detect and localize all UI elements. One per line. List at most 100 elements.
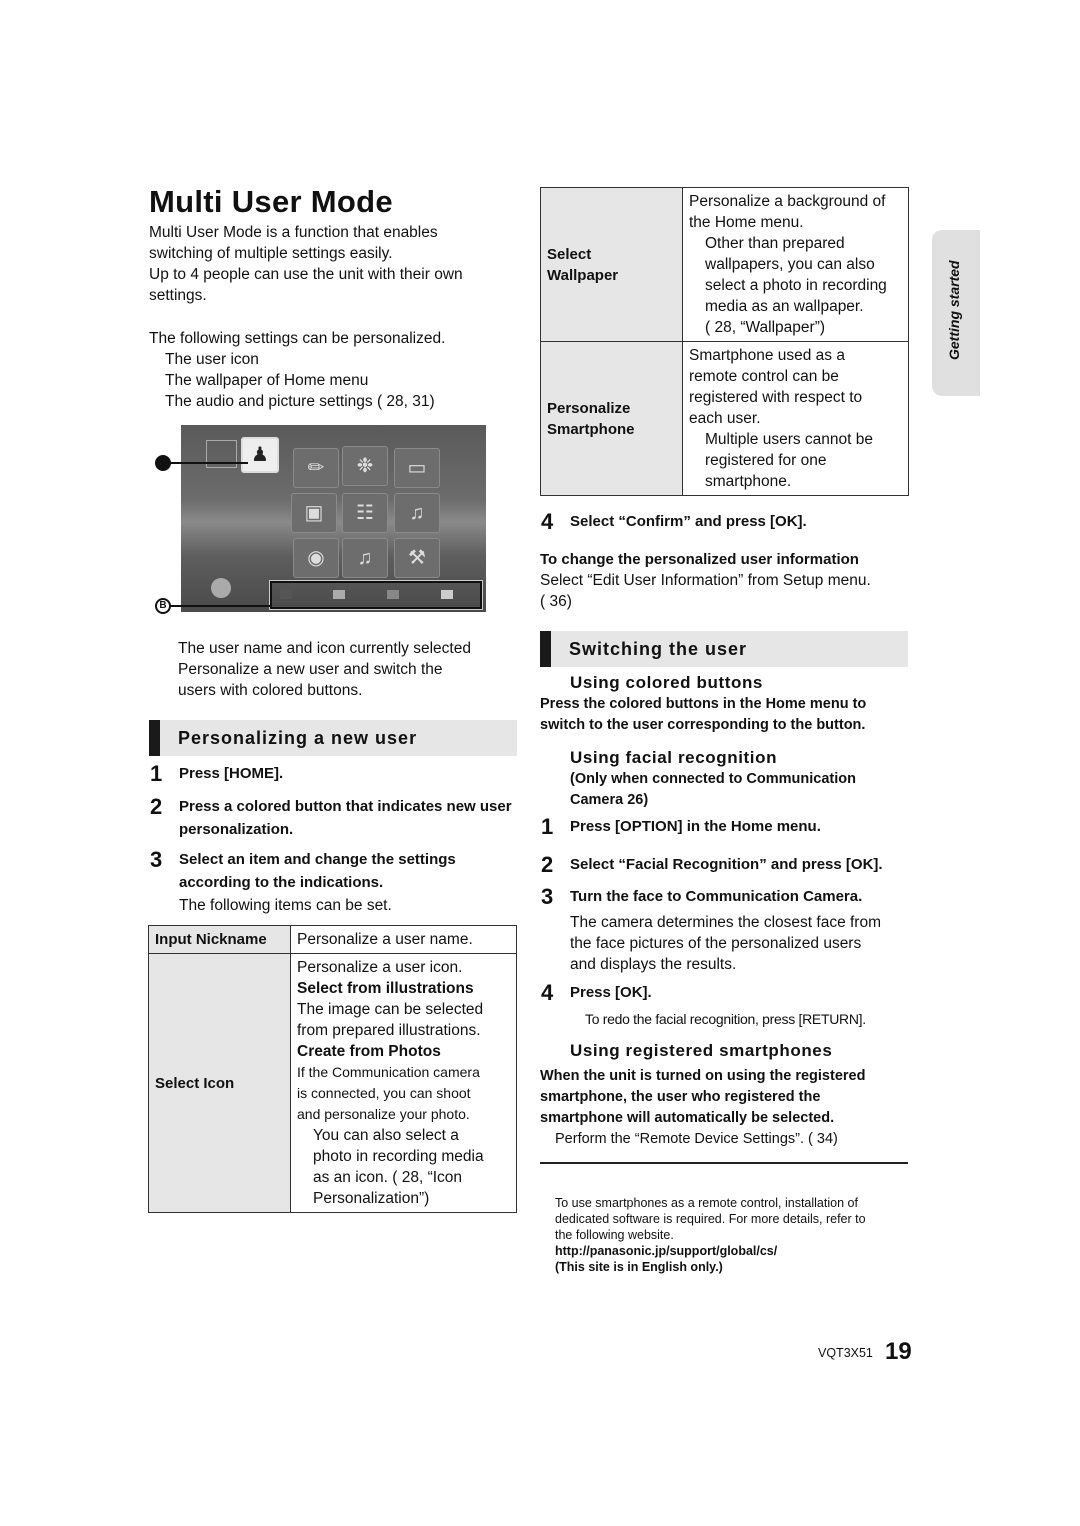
desc-line: each user.: [689, 410, 761, 427]
text-line: The camera determines the closest face f…: [570, 914, 881, 931]
table-row-desc: Personalize a user name.: [290, 925, 517, 954]
footnote-line: the following website.: [555, 1228, 674, 1242]
desc-line: as an icon. ( 28, “Icon: [313, 1169, 463, 1186]
section-switching: Switching the user: [540, 631, 908, 667]
tv-icon: ▭: [394, 448, 440, 488]
music-icon: ♫: [342, 538, 388, 578]
footnote: To use smartphones as a remote control, …: [555, 1195, 905, 1275]
desc-line: Personalization”): [313, 1190, 430, 1207]
step-1: 1 Press [HOME].: [150, 762, 283, 786]
table-row-label: Select Wallpaper: [540, 187, 683, 342]
settings-table: Input Nickname Personalize a user name. …: [148, 925, 517, 1213]
subheading-facial-recognition: Using facial recognition: [570, 748, 778, 767]
footnote-english-only: (This site is in English only.): [555, 1260, 723, 1274]
text-line: switch to the user corresponding to the …: [540, 717, 866, 733]
user-icon: ♟: [241, 437, 279, 473]
label-line: Select: [547, 245, 592, 263]
text-line: the face pictures of the personalized us…: [570, 935, 862, 952]
text-line: When the unit is turned on using the reg…: [540, 1068, 866, 1084]
callout-b-desc-cont: users with colored buttons.: [178, 682, 363, 699]
personalizable-item: The wallpaper of Home menu: [165, 372, 369, 389]
text-line: smartphone, the user who registered the: [540, 1089, 821, 1105]
desc-line: media as an wallpaper.: [705, 298, 864, 315]
cable-icon: ✏: [293, 448, 339, 488]
desc-line: Other than prepared: [705, 235, 845, 252]
desc-subheading: Select from illustrations: [297, 980, 474, 997]
setup-icon: ⚒: [394, 538, 440, 578]
change-info-text: Select “Edit User Information” from Setu…: [540, 572, 871, 589]
facial-step-2: 2 Select “Facial Recognition” and press …: [541, 853, 883, 877]
step-text: Turn the face to Communication Camera.: [570, 888, 863, 905]
smartphones-text: When the unit is turned on using the reg…: [540, 1066, 865, 1129]
label-line: Wallpaper: [547, 266, 619, 284]
text-line: Press the colored buttons in the Home me…: [540, 696, 867, 712]
personalizable-item: The audio and picture settings ( 28, 31): [165, 393, 435, 410]
step-number: 2: [541, 852, 554, 877]
step-number: 1: [150, 761, 163, 786]
blue-button-indicator: [441, 590, 453, 599]
step-number: 4: [541, 509, 554, 534]
desc-line: You can also select a: [313, 1127, 459, 1144]
step-2: 2 Press a colored button that indicates …: [150, 795, 520, 841]
page-number: 19: [885, 1338, 912, 1365]
personalizable-item: The user icon: [165, 351, 259, 368]
step-number: 4: [541, 980, 554, 1005]
desc-line: Personalize a user icon.: [297, 959, 463, 976]
colored-buttons-text: Press the colored buttons in the Home me…: [540, 694, 866, 736]
callout-b-desc: Personalize a new user and switch the: [178, 661, 443, 678]
subheading-colored-buttons: Using colored buttons: [570, 673, 763, 692]
facial-step-1: 1 Press [OPTION] in the Home menu.: [541, 815, 821, 839]
section-heading: Personalizing a new user: [178, 728, 418, 748]
callout-b: B: [155, 598, 171, 614]
chapter-tab-label: Getting started: [946, 260, 962, 360]
section-bar: [149, 720, 160, 756]
home-menu-screenshot: ♟ ✏ ❉ ▭ ▣ ☷ ♫ ◉ ♫ ⚒: [181, 425, 486, 612]
desc-line: smartphone.: [705, 473, 792, 490]
step-text: Select “Facial Recognition” and press [O…: [570, 856, 883, 873]
desc-subheading: Create from Photos: [297, 1043, 441, 1060]
disc-icon: ◉: [293, 538, 339, 578]
callout-b-line: [170, 605, 270, 607]
callout-descriptions: The user name and icon currently selecte…: [178, 638, 518, 701]
desc-line: remote control can be: [689, 368, 839, 385]
text-line: (Only when connected to Communication: [570, 771, 856, 787]
intro-line: settings.: [149, 287, 207, 304]
desc-line: registered with respect to: [689, 389, 863, 406]
remote-dpad-icon: [211, 578, 231, 598]
desc-line: wallpapers, you can also: [705, 256, 875, 273]
change-info-ref: ( 36): [540, 593, 572, 610]
step-text: Press a colored button that indicates ne…: [179, 798, 512, 838]
step-text: Press [OPTION] in the Home menu.: [570, 818, 821, 835]
text-line: smartphone will automatically be selecte…: [540, 1110, 835, 1126]
footnote-url[interactable]: http://panasonic.jp/support/global/cs/: [555, 1243, 905, 1259]
step-3: 3 Select an item and change the settings…: [150, 848, 520, 894]
desc-line: from prepared illustrations.: [297, 1022, 481, 1039]
section-bar: [540, 631, 551, 667]
footnote-line: dedicated software is required. For more…: [555, 1212, 866, 1226]
step-number: 3: [541, 884, 554, 909]
desc-line: select a photo in recording: [705, 277, 887, 294]
text-line: Camera 26): [570, 792, 649, 808]
facial-step-4-note: To redo the facial recognition, press [R…: [585, 1011, 866, 1027]
personalizable-list: The following settings can be personaliz…: [149, 328, 509, 412]
intro-line: Up to 4 people can use the unit with the…: [149, 266, 463, 283]
change-info-heading: To change the personalized user informat…: [540, 551, 859, 568]
music-icon: ♫: [394, 493, 440, 533]
footnote-line: To use smartphones as a remote control, …: [555, 1196, 858, 1210]
desc-line: If the Communication camera: [297, 1064, 480, 1080]
step-text: Press [HOME].: [179, 765, 284, 782]
subheading-registered-smartphones: Using registered smartphones: [570, 1041, 833, 1060]
desc-line: the Home menu.: [689, 214, 804, 231]
red-button-indicator: [280, 590, 292, 599]
video-icon: ☷: [342, 493, 388, 533]
step-number: 2: [150, 794, 163, 819]
section-heading: Switching the user: [569, 639, 748, 659]
intro-line: switching of multiple settings easily.: [149, 245, 393, 262]
desc-line: Personalize a background of: [689, 193, 886, 210]
step-4: 4 Select “Confirm” and press [OK].: [541, 510, 807, 534]
intro-text: Multi User Mode is a function that enabl…: [149, 222, 509, 306]
step-text: Press [OK].: [570, 984, 652, 1001]
section-personalizing: Personalizing a new user: [149, 720, 517, 756]
desc-line: registered for one: [705, 452, 827, 469]
callout-a-line: [168, 462, 248, 464]
